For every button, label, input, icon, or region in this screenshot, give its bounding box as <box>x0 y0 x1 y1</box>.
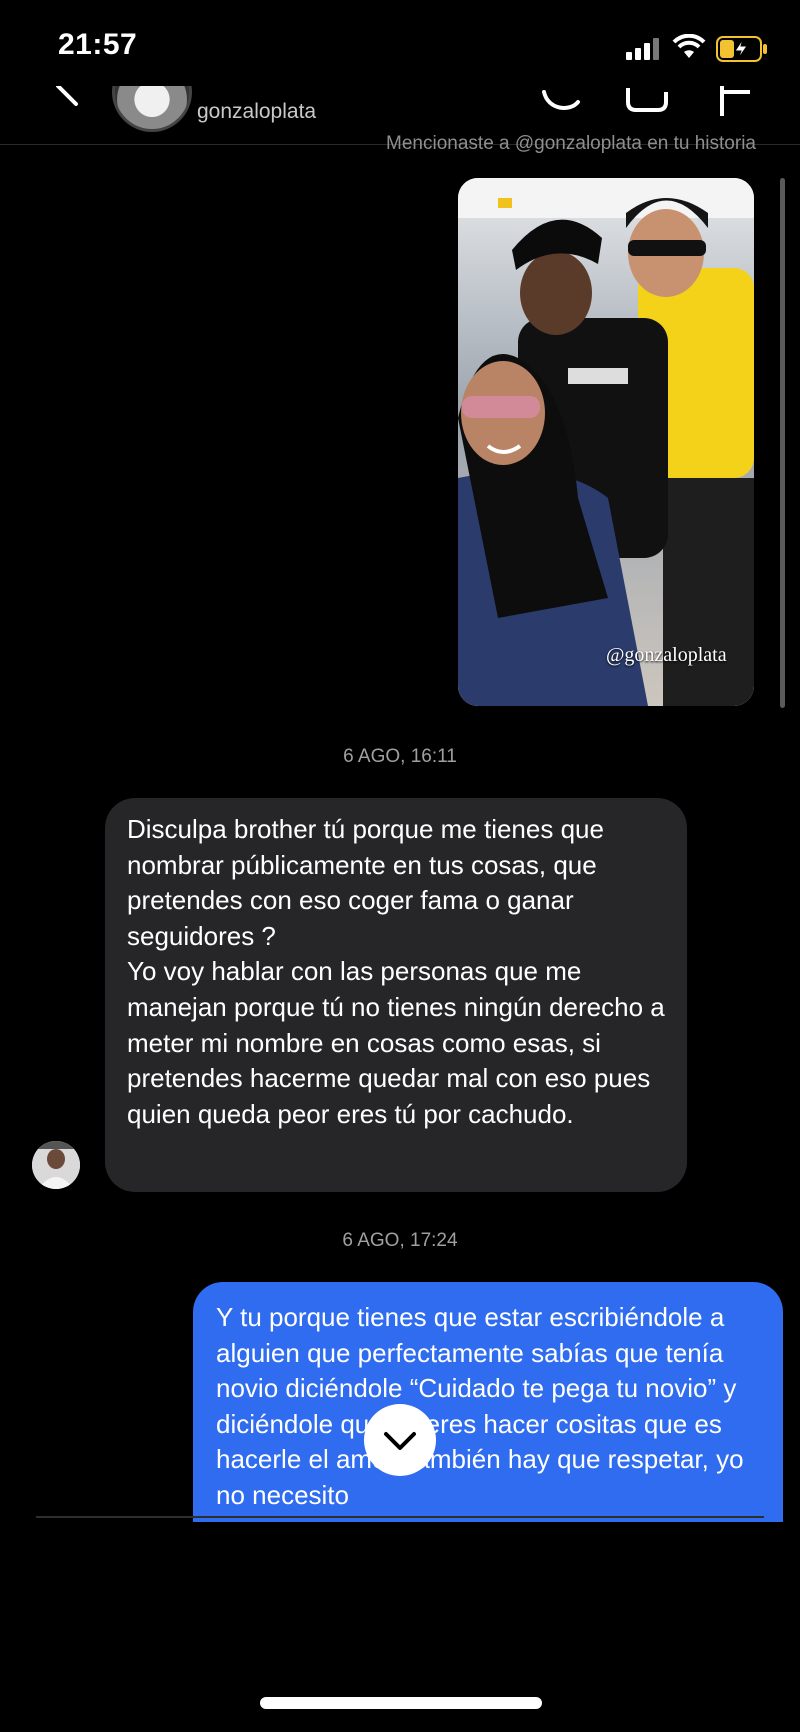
chat-username[interactable]: gonzaloplata <box>197 100 316 124</box>
video-icon[interactable] <box>624 86 672 116</box>
call-icon[interactable] <box>540 86 584 116</box>
back-icon[interactable] <box>52 86 82 116</box>
battery-charging-icon <box>716 36 767 62</box>
flag-icon[interactable] <box>718 86 754 116</box>
story-image[interactable] <box>458 178 754 706</box>
avatar-photo <box>32 1141 80 1189</box>
story-mention-tag: @gonzaloplata <box>606 644 727 666</box>
story-photo <box>458 178 754 706</box>
status-time: 21:57 <box>58 28 138 61</box>
home-indicator[interactable] <box>260 1697 542 1709</box>
scrollbar[interactable] <box>780 178 785 708</box>
message-timestamp: 6 AGO, 17:24 <box>342 1230 458 1251</box>
message-text: Disculpa brother tú porque me tienes que… <box>127 814 665 1129</box>
message-timestamp: 6 AGO, 16:11 <box>343 746 457 767</box>
incoming-message-text: Disculpa brother tú porque me tienes que… <box>127 812 687 1132</box>
divider <box>36 1516 764 1518</box>
chevron-down-icon <box>384 1432 416 1450</box>
scroll-to-bottom-button[interactable] <box>364 1404 436 1476</box>
sender-avatar[interactable] <box>32 1141 80 1189</box>
avatar[interactable] <box>112 86 192 132</box>
signal-icon <box>626 38 659 60</box>
story-mention-note: Mencionaste a @gonzaloplata en tu histor… <box>386 133 756 154</box>
wifi-icon <box>672 34 706 58</box>
outgoing-message-text: Y tu porque tienes que estar escribiéndo… <box>216 1302 744 1510</box>
